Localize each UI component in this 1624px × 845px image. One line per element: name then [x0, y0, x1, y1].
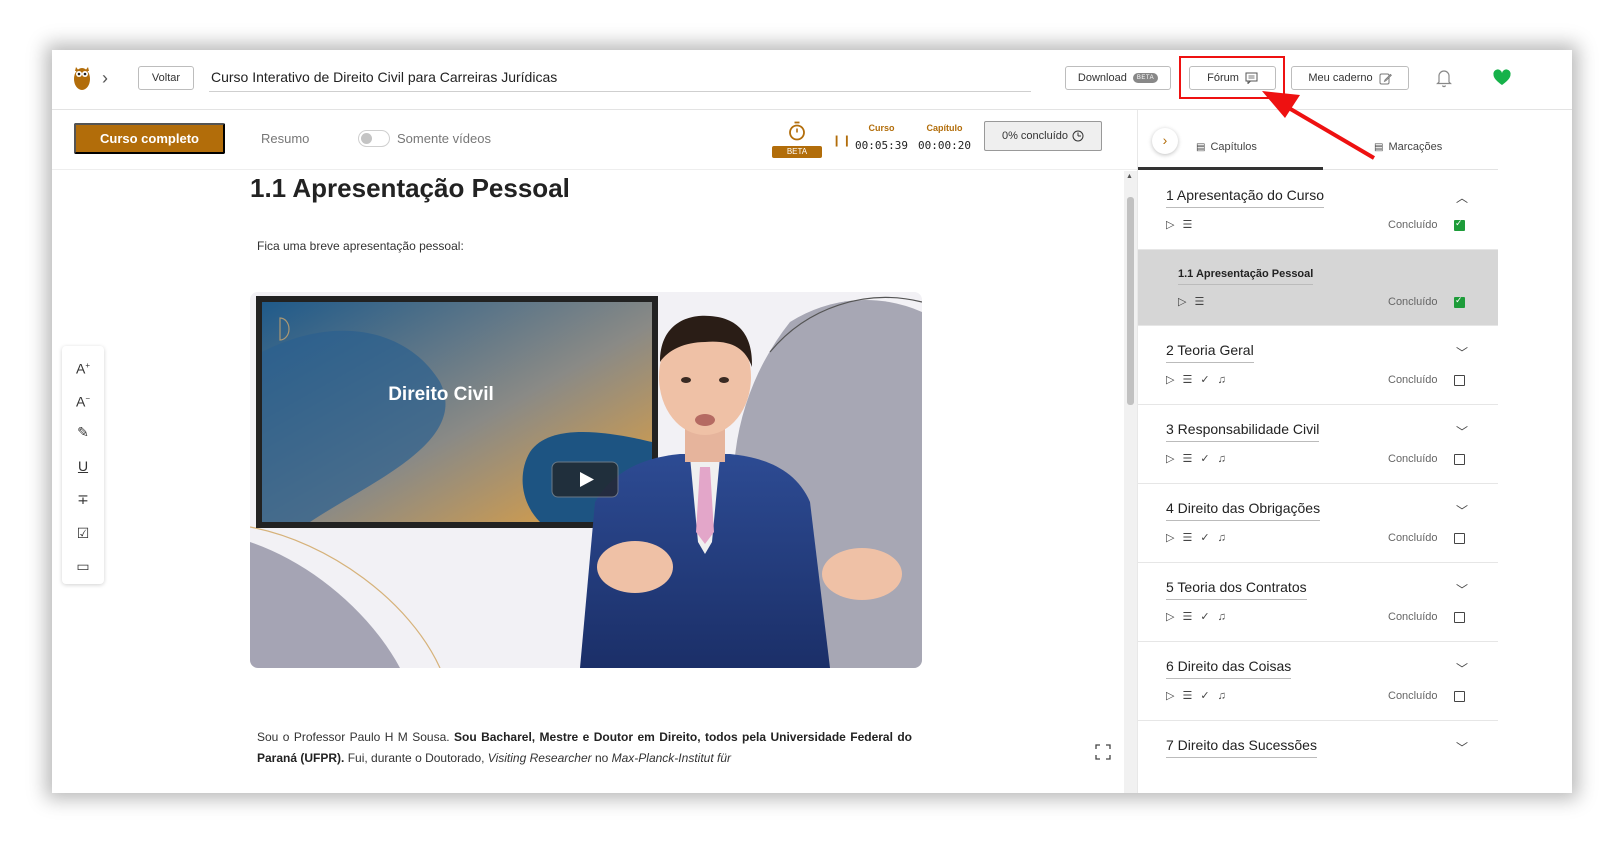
- annotation-arrow: [1262, 91, 1376, 160]
